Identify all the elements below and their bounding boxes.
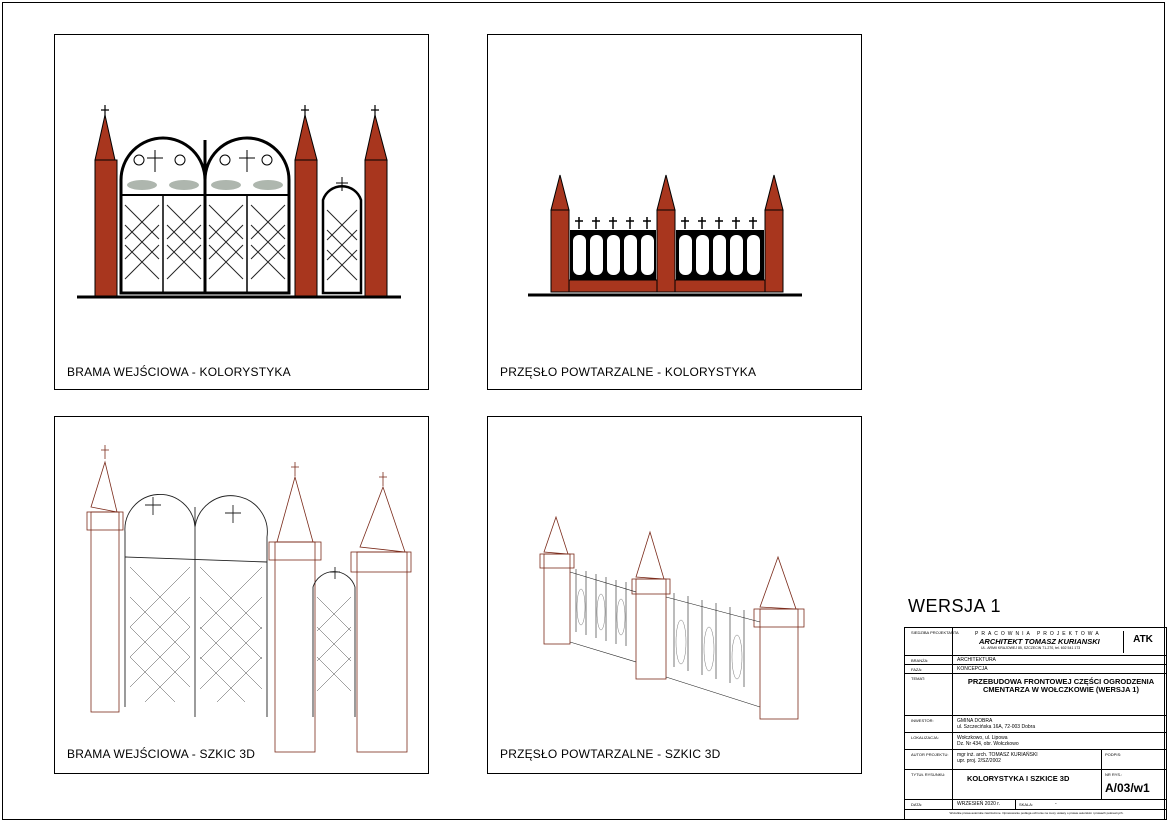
panel-fence-3d: PRZĘSŁO POWTARZALNE - SZKIC 3D bbox=[487, 416, 862, 774]
tb-logo: ATK bbox=[1123, 631, 1162, 653]
panel-caption: BRAMA WEJŚCIOWA - KOLORYSTYKA bbox=[67, 365, 291, 379]
tb-data: WRZESIEŃ 2020 r. bbox=[957, 801, 1001, 807]
tower bbox=[94, 114, 388, 297]
tb-office-line2: ARCHITEKT TOMASZ KURIANSKI bbox=[979, 637, 1100, 646]
tb-inwestor-label: INWESTOR: bbox=[911, 718, 934, 723]
fence-3d-drawing bbox=[539, 515, 805, 720]
tb-branza-row: BRANŻA: ARCHITEKTURA bbox=[905, 656, 1166, 665]
gate-3d-drawing bbox=[86, 445, 412, 753]
panel-caption: BRAMA WEJŚCIOWA - SZKIC 3D bbox=[67, 747, 256, 761]
tb-tytul: KOLORYSTYKA I SZKICE 3D bbox=[967, 774, 1070, 783]
tb-skala: - bbox=[1055, 801, 1057, 807]
tb-faza: KONCEPCJA bbox=[957, 666, 988, 672]
tb-nr-label: NR RYS.: bbox=[1105, 772, 1123, 777]
tb-temat-row: TEMAT: PRZEBUDOWA FRONTOWEJ CZĘŚCI OGROD… bbox=[905, 674, 1166, 716]
tb-tytul-label: TYTUŁ RYSUNKU: bbox=[911, 772, 946, 777]
title-block: SIEDZIBA PROJEKTANTA PRACOWNIA PROJEKTOW… bbox=[904, 627, 1167, 820]
tb-office-line3: UL. ARMII KRAJOWEJ 85, SZCZECIN 71-270, … bbox=[981, 646, 1081, 650]
panel-gate-color: BRAMA WEJŚCIOWA - KOLORYSTYKA bbox=[54, 34, 429, 390]
panel-gate-3d: BRAMA WEJŚCIOWA - SZKIC 3D bbox=[54, 416, 429, 774]
tb-faza-label: FAZA: bbox=[911, 667, 923, 672]
tb-branza: ARCHITEKTURA bbox=[957, 657, 996, 663]
tb-office-row: SIEDZIBA PROJEKTANTA PRACOWNIA PROJEKTOW… bbox=[905, 628, 1166, 656]
version-label: WERSJA 1 bbox=[908, 596, 1002, 616]
tb-branza-label: BRANŻA: bbox=[911, 658, 929, 663]
tb-doc-number: A/03/w1 bbox=[1105, 781, 1150, 795]
tb-lokalizacja-row: LOKALIZACJA: Wołczkowo, ul. Lipowa Dz. N… bbox=[905, 733, 1166, 750]
tb-autor2: upr. proj. 2/SZ/2002 bbox=[957, 758, 1001, 764]
tb-lokalizacja-label: LOKALIZACJA: bbox=[911, 735, 939, 740]
tb-lokalizacja2: Dz. Nr 434, obr. Wołczkowo bbox=[957, 741, 1019, 747]
tb-temat-label: TEMAT: bbox=[911, 676, 925, 681]
gate-color-drawing bbox=[77, 105, 401, 299]
tb-data-label: DATA: bbox=[911, 802, 923, 807]
tb-autor-label: AUTOR PROJEKTU: bbox=[911, 752, 949, 757]
tb-autor-row: AUTOR PROJEKTU: mgr inż. arch. TOMASZ KU… bbox=[905, 750, 1166, 770]
fence-color-drawing bbox=[528, 174, 802, 297]
tb-data-row: DATA: WRZESIEŃ 2020 r. SKALA: - bbox=[905, 800, 1166, 810]
tb-skala-label: SKALA: bbox=[1019, 802, 1034, 807]
panel-caption: PRZĘSŁO POWTARZALNE - KOLORYSTYKA bbox=[500, 365, 757, 379]
tb-inwestor2: ul. Szczecińska 16A, 72-003 Dobra bbox=[957, 724, 1036, 730]
tb-faza-row: FAZA: KONCEPCJA bbox=[905, 665, 1166, 674]
tb-tytul-row: TYTUŁ RYSUNKU: KOLORYSTYKA I SZKICE 3D N… bbox=[905, 770, 1166, 800]
panel-fence-color: PRZĘSŁO POWTARZALNE - KOLORYSTYKA bbox=[487, 34, 862, 390]
panel-caption: PRZĘSŁO POWTARZALNE - SZKIC 3D bbox=[500, 747, 721, 761]
tb-inwestor-row: INWESTOR: GMINA DOBRA ul. Szczecińska 16… bbox=[905, 716, 1166, 733]
tb-podpis-label: PODPIS: bbox=[1105, 752, 1122, 757]
tb-temat: PRZEBUDOWA FRONTOWEJ CZĘŚCI OGRODZENIA C… bbox=[967, 677, 1155, 694]
tb-footer: Wszelkie prawa autorskie zastrzeżone. Op… bbox=[949, 811, 1124, 815]
